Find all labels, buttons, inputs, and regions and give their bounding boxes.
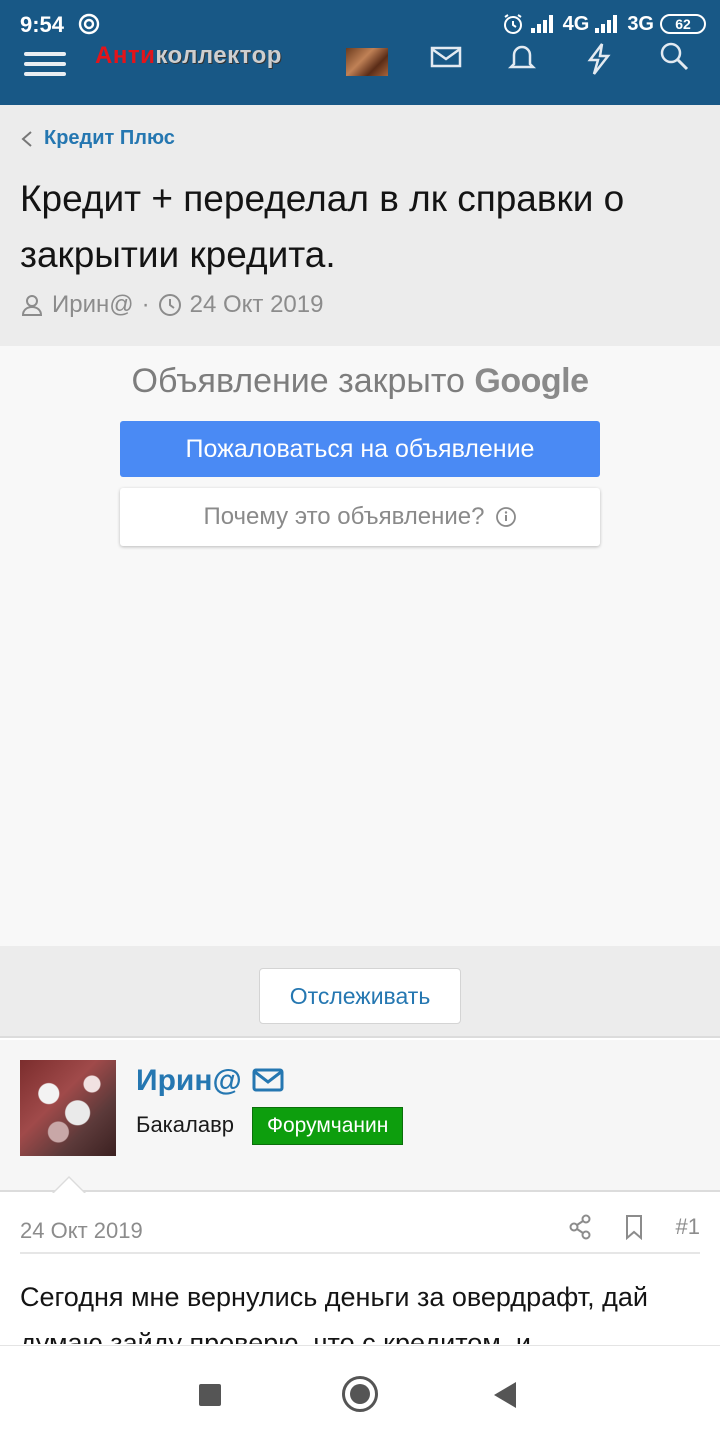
flash-icon[interactable]	[580, 40, 616, 76]
user-badge: Форумчанин	[252, 1107, 404, 1145]
thread-header: Кредит Плюс Кредит + переделал в лк спра…	[0, 105, 720, 346]
avatar[interactable]	[20, 1060, 116, 1156]
app-header: 9:54 4G 3G 62 Антиколлектор	[0, 0, 720, 105]
watch-label: Отслеживать	[289, 982, 431, 1009]
chevron-left-icon	[21, 130, 32, 147]
thread-meta: Ирин@ · 24 Окт 2019	[20, 291, 323, 319]
breadcrumb[interactable]: Кредит Плюс	[20, 127, 175, 150]
signal-icon-2	[595, 15, 621, 33]
report-ad-button[interactable]: Пожаловаться на объявление	[120, 421, 600, 477]
report-ad-label: Пожаловаться на объявление	[185, 434, 535, 463]
bookmark-icon[interactable]	[622, 1214, 646, 1240]
breadcrumb-link[interactable]: Кредит Плюс	[44, 127, 175, 150]
info-icon	[495, 507, 516, 527]
post-number[interactable]: #1	[676, 1214, 700, 1240]
ad-closed-text: Объявление закрыто Google	[0, 362, 720, 401]
thread-author[interactable]: Ирин@	[52, 291, 134, 319]
post-user-block: Ирин@ Бакалавр Форумчанин	[0, 1040, 720, 1192]
battery-icon: 62	[660, 14, 706, 34]
status-indicators: 4G 3G 62	[501, 12, 706, 36]
system-nav-bar	[0, 1345, 720, 1440]
user-icon	[21, 295, 43, 316]
network-label-2: 3G	[627, 12, 654, 35]
page-title: Кредит + переделал в лк справки о закрыт…	[20, 178, 625, 275]
logo-part-2: коллектор	[155, 42, 282, 69]
network-label-1: 4G	[562, 12, 590, 35]
why-this-ad-label: Почему это объявление?	[203, 503, 485, 530]
watch-button[interactable]: Отслеживать	[259, 968, 461, 1024]
post-actions: #1	[568, 1214, 700, 1240]
ad-closed-label: Объявление закрыто	[131, 362, 465, 400]
logo-part-1: Анти	[95, 42, 156, 69]
menu-icon[interactable]	[24, 52, 66, 76]
watch-bar: Отслеживать	[0, 946, 720, 1038]
post-username[interactable]: Ирин@	[136, 1064, 242, 1098]
meta-separator: ·	[141, 291, 150, 318]
bell-icon[interactable]	[504, 40, 540, 76]
search-icon[interactable]	[656, 40, 692, 76]
home-icon[interactable]	[342, 1376, 378, 1412]
user-rank: Бакалавр	[136, 1112, 235, 1137]
post-body: Сегодня мне вернулись деньги за овердраф…	[20, 1282, 648, 1344]
post-date[interactable]: 24 Окт 2019	[20, 1218, 143, 1244]
recents-icon[interactable]	[199, 1384, 221, 1406]
logo-image	[346, 48, 388, 76]
clock-icon	[158, 294, 181, 316]
google-logo: Google	[474, 362, 589, 400]
chrome-icon	[78, 13, 100, 35]
why-this-ad-button[interactable]: Почему это объявление?	[120, 488, 600, 546]
thread-date[interactable]: 24 Окт 2019	[190, 291, 324, 319]
signal-icon	[530, 15, 557, 33]
app-bar: Антиколлектор	[0, 40, 720, 105]
ad-area: Объявление закрыто Google Пожаловаться н…	[0, 346, 720, 946]
status-time: 9:54	[20, 12, 65, 37]
back-icon[interactable]	[494, 1382, 516, 1408]
share-icon[interactable]	[568, 1214, 592, 1240]
alarm-icon	[503, 14, 522, 34]
post-pointer	[52, 1176, 86, 1193]
mail-icon[interactable]	[428, 40, 464, 76]
site-logo[interactable]: Антиколлектор	[95, 42, 282, 70]
post-meta: 24 Окт 2019 #1	[20, 1214, 700, 1254]
envelope-icon[interactable]	[252, 1068, 284, 1092]
